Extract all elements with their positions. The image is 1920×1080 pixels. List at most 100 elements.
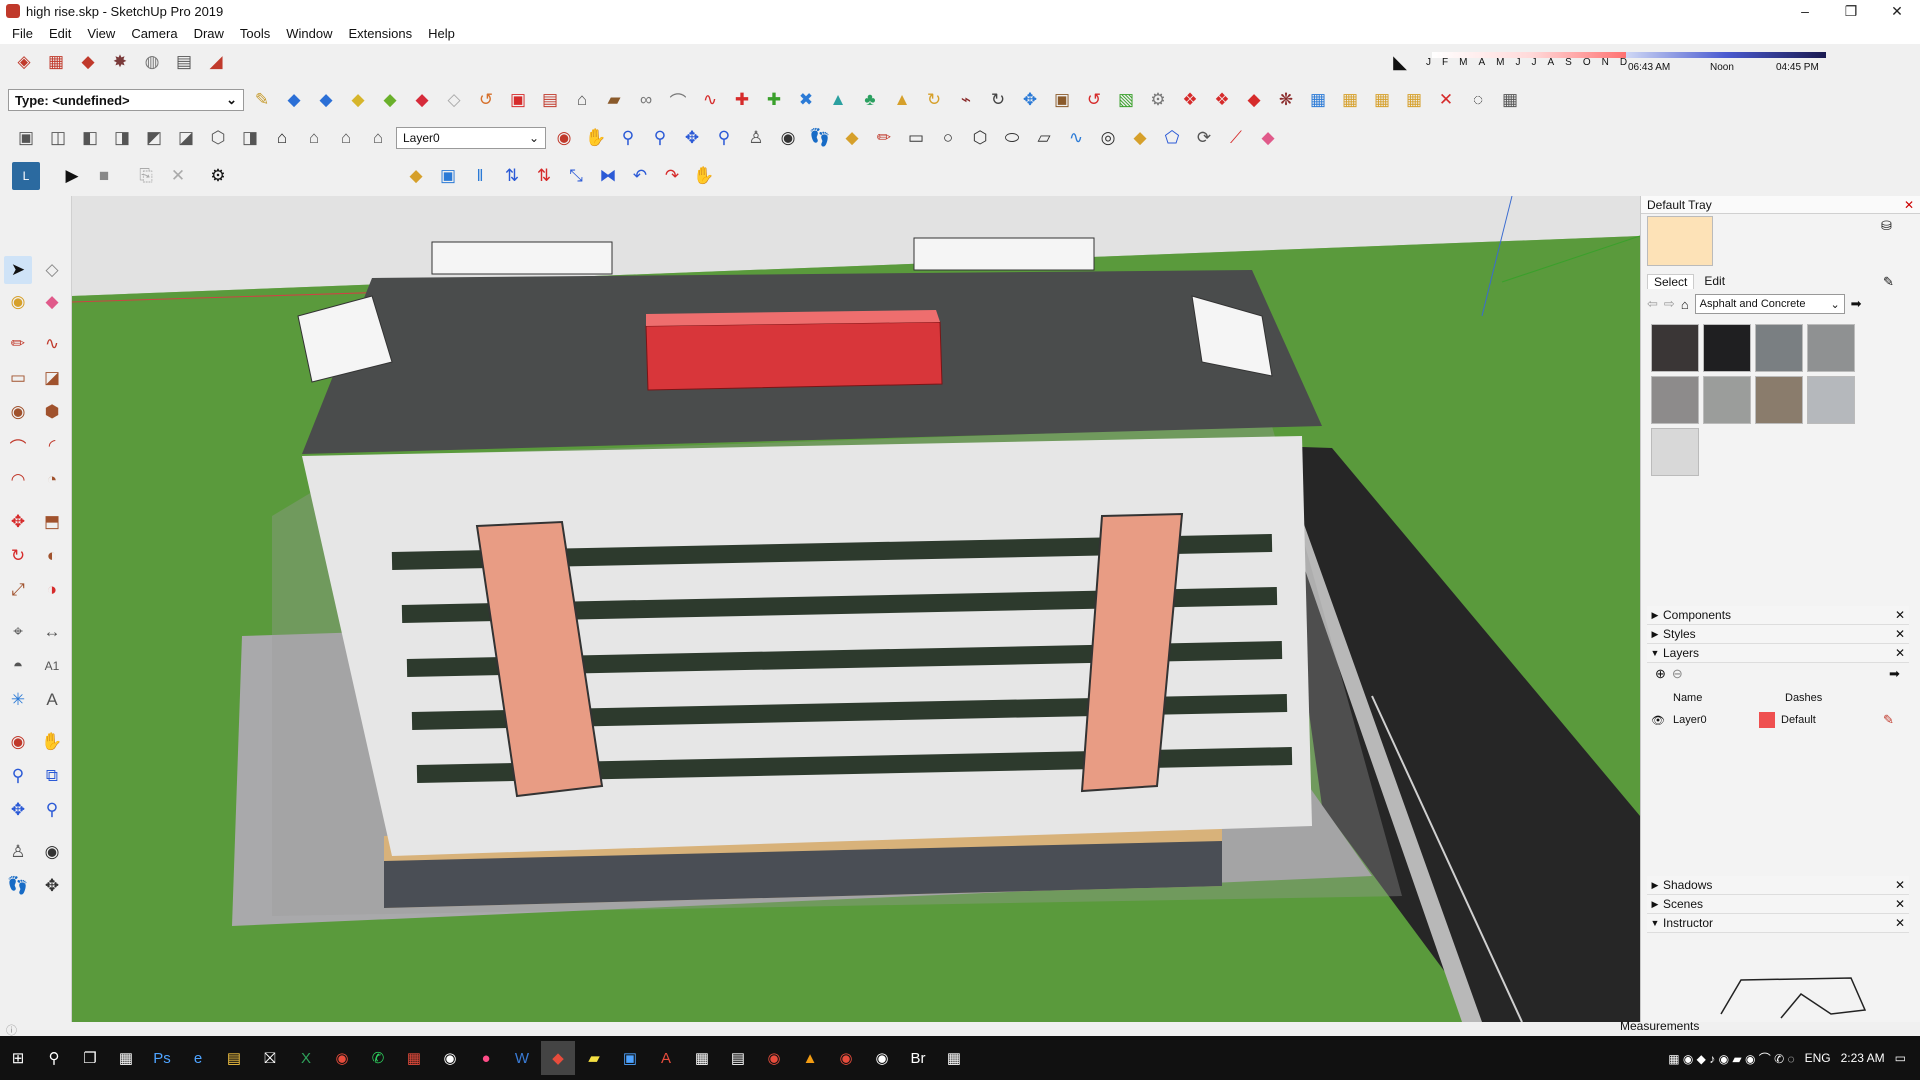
look-around-icon[interactable]: ◉: [774, 124, 802, 152]
bend-icon[interactable]: ⌒: [664, 86, 692, 114]
section-plane-icon[interactable]: ◆: [280, 86, 308, 114]
layout-icon[interactable]: ◍: [138, 48, 166, 76]
curve-icon[interactable]: ∿: [696, 86, 724, 114]
section-layers[interactable]: ▼ Layers ✕: [1647, 644, 1909, 663]
shaded-icon[interactable]: ⌂: [332, 124, 360, 152]
front-view-icon[interactable]: ◨: [108, 124, 136, 152]
menu-tools[interactable]: Tools: [232, 26, 278, 41]
menu-draw[interactable]: Draw: [186, 26, 232, 41]
stop-button[interactable]: ■: [90, 162, 118, 190]
parallelogram-icon[interactable]: ▱: [1030, 124, 1058, 152]
photoshop-icon[interactable]: Ps: [145, 1041, 179, 1075]
scale-icon[interactable]: ✖: [792, 86, 820, 114]
select-arrow-icon[interactable]: ➤: [4, 256, 32, 284]
protractor-icon[interactable]: ◓: [4, 652, 32, 680]
edge-icon[interactable]: e: [181, 1041, 215, 1075]
axis-icon[interactable]: ‖: [466, 162, 494, 190]
orbit-icon[interactable]: ↻: [984, 86, 1012, 114]
material-swatch[interactable]: [1755, 324, 1803, 372]
layer-color-swatch[interactable]: [1759, 712, 1775, 728]
right-view-icon[interactable]: ◩: [140, 124, 168, 152]
pyramid-icon[interactable]: ▲: [824, 86, 852, 114]
menu-help[interactable]: Help: [420, 26, 463, 41]
paint-bucket-icon[interactable]: ◆: [838, 124, 866, 152]
zoom-extents-icon[interactable]: ✥: [678, 124, 706, 152]
3d-viewport[interactable]: [72, 196, 1640, 1022]
walk-left-icon[interactable]: 👣: [4, 872, 32, 900]
axes-tool-icon[interactable]: ✳: [4, 686, 32, 714]
circle-dots-icon[interactable]: ◌: [1464, 86, 1492, 114]
cabinet-icon[interactable]: ⌂: [568, 86, 596, 114]
shadow-toggle-icon[interactable]: ◣: [1386, 48, 1414, 76]
menu-view[interactable]: View: [79, 26, 123, 41]
close-icon[interactable]: ✕: [1895, 646, 1905, 660]
rectangle-icon[interactable]: ▭: [902, 124, 930, 152]
three-point-arc-icon[interactable]: ◠: [4, 466, 32, 494]
text-tool-icon[interactable]: A1: [38, 652, 66, 680]
push-up-icon[interactable]: ⇅: [498, 162, 526, 190]
follow-me-tool-icon[interactable]: ◐: [38, 542, 66, 570]
getting-started-icon[interactable]: ◈: [10, 48, 38, 76]
wireframe-icon[interactable]: ◨: [236, 124, 264, 152]
month-scale[interactable]: J F M A M J J A S O N D: [1426, 57, 1627, 68]
layer-dropdown[interactable]: Layer0 ⌄: [396, 127, 546, 149]
paint-icon[interactable]: ◆: [344, 86, 372, 114]
close-button[interactable]: ✕: [1874, 0, 1920, 22]
undo-icon[interactable]: ↶: [626, 162, 654, 190]
pan-icon[interactable]: ✋: [582, 124, 610, 152]
camera-off-icon[interactable]: ✕: [164, 162, 192, 190]
arc-tool-icon[interactable]: ⌒: [4, 432, 32, 460]
zoom-extents-left-icon[interactable]: ✥: [4, 796, 32, 824]
classifier-icon[interactable]: ✎: [248, 86, 276, 114]
material-swatch[interactable]: [1651, 376, 1699, 424]
pencil-icon[interactable]: ✎: [1883, 712, 1894, 728]
add-detail-icon[interactable]: ↺: [472, 86, 500, 114]
menu-file[interactable]: File: [4, 26, 41, 41]
share-model-icon[interactable]: ◆: [74, 48, 102, 76]
box-icon[interactable]: ▰: [600, 86, 628, 114]
windows-start-icon[interactable]: ⊞: [1, 1041, 35, 1075]
extension-warehouse-icon[interactable]: ✸: [106, 48, 134, 76]
loft-icon[interactable]: ❖: [1176, 86, 1204, 114]
add-layer-icon[interactable]: ⊕: [1655, 666, 1666, 682]
calculator-icon[interactable]: ▦: [109, 1041, 143, 1075]
monochrome-icon[interactable]: ⌂: [364, 124, 392, 152]
section-shadows[interactable]: ▶ Shadows ✕: [1647, 876, 1909, 895]
frame-icon[interactable]: ▦: [1336, 86, 1364, 114]
3d-text-icon[interactable]: A: [38, 686, 66, 714]
close-icon[interactable]: ✕: [1895, 627, 1905, 641]
green-tool-icon[interactable]: ▧: [1112, 86, 1140, 114]
menu-camera[interactable]: Camera: [123, 26, 185, 41]
paint-bucket-tool-icon[interactable]: ◉: [4, 288, 32, 316]
zoom-window-icon[interactable]: ⚲: [646, 124, 674, 152]
grid-icon[interactable]: ▦: [1304, 86, 1332, 114]
hidden-line-icon[interactable]: ⌂: [300, 124, 328, 152]
previous-view-icon[interactable]: ⚲: [710, 124, 738, 152]
restore-button[interactable]: ❐: [1828, 0, 1874, 22]
smoove-icon[interactable]: ◆: [376, 86, 404, 114]
tag-icon[interactable]: ◆: [1240, 86, 1268, 114]
app-icon[interactable]: ●: [469, 1041, 503, 1075]
vlc-icon[interactable]: ▲: [793, 1041, 827, 1075]
section-left-icon[interactable]: ✥: [38, 872, 66, 900]
sample-paint-icon[interactable]: ⛁: [1881, 218, 1892, 234]
iso-view-icon[interactable]: ◫: [44, 124, 72, 152]
lasso-icon[interactable]: ◇: [38, 256, 66, 284]
tab-edit[interactable]: Edit: [1704, 274, 1725, 289]
sketchup-taskbar-icon[interactable]: ◆: [541, 1041, 575, 1075]
flip-edge-icon[interactable]: ▣: [504, 86, 532, 114]
eyedropper-icon[interactable]: ✎: [1883, 274, 1894, 290]
node-icon[interactable]: ✥: [1016, 86, 1044, 114]
scale-tool-icon[interactable]: ⤢: [4, 576, 32, 604]
tray-pin-close-icon[interactable]: ✕: [1904, 198, 1914, 212]
whatsapp-icon[interactable]: ✆: [361, 1041, 395, 1075]
grid-fill-icon[interactable]: ▦: [1400, 86, 1428, 114]
orbit-left-icon[interactable]: ◉: [4, 728, 32, 756]
position-camera-icon[interactable]: ♙: [742, 124, 770, 152]
crate-icon[interactable]: ▣: [1048, 86, 1076, 114]
app-icon[interactable]: ▤: [721, 1041, 755, 1075]
style-builder-icon[interactable]: ▤: [170, 48, 198, 76]
layer-details-icon[interactable]: ➡: [1889, 666, 1900, 682]
look-around-left-icon[interactable]: ◉: [38, 838, 66, 866]
torus-icon[interactable]: ◎: [1094, 124, 1122, 152]
